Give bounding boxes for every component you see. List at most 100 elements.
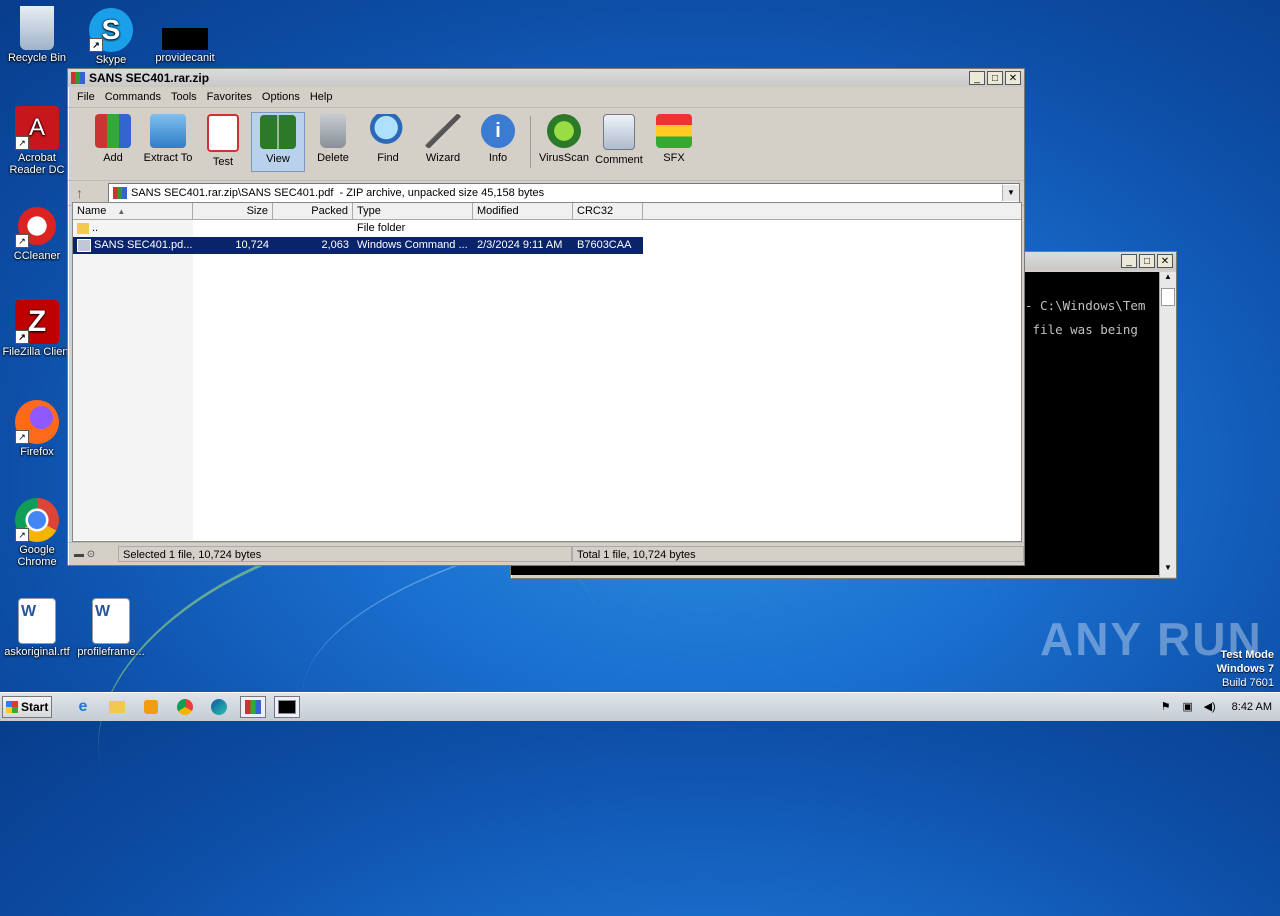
desktop-icon-providecanit[interactable]: providecanit <box>148 8 222 64</box>
find-button[interactable]: Find <box>361 112 415 172</box>
desktop-icon-ccleaner[interactable]: ↗ CCleaner <box>0 204 74 262</box>
sort-ascending-icon: ▲ <box>117 207 126 216</box>
winrar-titlebar[interactable]: SANS SEC401.rar.zip _ □ ✕ <box>68 69 1024 87</box>
desktop-icon-filezilla[interactable]: Z ↗ FileZilla Client <box>0 300 74 358</box>
desktop-icon-acrobat[interactable]: A ↗ Acrobat Reader DC <box>0 106 74 176</box>
start-button[interactable]: Start <box>2 696 52 718</box>
console-scrollbar[interactable]: ▲ ▼ <box>1159 272 1176 577</box>
table-row[interactable]: SANS SEC401.pd... 10,724 2,063 Windows C… <box>73 237 1021 254</box>
up-arrow-icon[interactable]: ↑ <box>76 185 108 201</box>
column-header-modified[interactable]: Modified <box>473 203 573 219</box>
virusscan-button[interactable]: VirusScan <box>537 112 591 172</box>
scroll-up-arrow-icon[interactable]: ▲ <box>1160 272 1176 286</box>
menu-commands[interactable]: Commands <box>100 91 166 103</box>
taskbar-edge[interactable] <box>206 696 232 718</box>
delete-button[interactable]: Delete <box>306 112 360 172</box>
add-icon <box>95 114 131 148</box>
close-button[interactable]: ✕ <box>1157 254 1173 268</box>
desktop-icon-label: Skype <box>95 54 127 66</box>
minimize-button[interactable]: _ <box>1121 254 1137 268</box>
taskbar-winrar[interactable] <box>240 696 266 718</box>
test-button[interactable]: Test <box>196 112 250 172</box>
console-icon <box>278 700 296 714</box>
column-header-type[interactable]: Type <box>353 203 473 219</box>
add-button[interactable]: Add <box>86 112 140 172</box>
extract-to-button[interactable]: Extract To <box>141 112 195 172</box>
cell-type: Windows Command ... <box>353 237 473 254</box>
column-header-packed[interactable]: Packed <box>273 203 353 219</box>
command-script-icon <box>77 238 91 252</box>
volume-icon[interactable]: ◀) <box>1202 700 1218 714</box>
desktop-icon-skype[interactable]: S ↗ Skype <box>74 8 148 66</box>
menu-help[interactable]: Help <box>305 91 338 103</box>
desktop-icon-label: Google Chrome <box>17 544 57 568</box>
desktop-icon-askoriginal[interactable]: W askoriginal.rtf <box>0 598 74 658</box>
network-icon[interactable]: ▣ <box>1180 700 1196 714</box>
cell-crc32 <box>573 220 643 237</box>
winrar-app-icon <box>71 72 85 84</box>
desktop-icon-label: Firefox <box>20 446 54 458</box>
desktop-icon-profileframe[interactable]: W profileframe... <box>74 598 148 658</box>
comment-button[interactable]: Comment <box>592 112 646 172</box>
cell-packed: 2,063 <box>273 237 353 254</box>
chrome-icon <box>177 699 193 715</box>
taskbar-cmd[interactable] <box>274 696 300 718</box>
flag-icon[interactable]: ⚑ <box>1158 700 1174 714</box>
info-button[interactable]: i Info <box>471 112 525 172</box>
toolbar-separator <box>530 116 531 168</box>
minimize-button[interactable]: _ <box>969 71 985 85</box>
close-button[interactable]: ✕ <box>1005 71 1021 85</box>
word-document-icon: W <box>18 598 56 644</box>
status-bar: ▬ ⊙ Selected 1 file, 10,724 bytes Total … <box>68 542 1024 565</box>
info-icon: i <box>481 114 515 148</box>
scroll-thumb[interactable] <box>1161 288 1175 306</box>
wizard-button[interactable]: Wizard <box>416 112 470 172</box>
taskbar-explorer[interactable] <box>104 696 130 718</box>
taskbar: Start e ⚑ ▣ ◀) 8:42 AM <box>0 692 1280 721</box>
scroll-down-arrow-icon[interactable]: ▼ <box>1160 563 1176 577</box>
status-selected: Selected 1 file, 10,724 bytes <box>118 546 572 562</box>
path-text: SANS SEC401.rar.zip\SANS SEC401.pdf - ZI… <box>131 187 545 199</box>
desktop-icon-label: askoriginal.rtf <box>4 646 70 658</box>
comment-icon <box>603 114 635 150</box>
cell-modified: 2/3/2024 9:11 AM <box>473 237 573 254</box>
sfx-button[interactable]: SFX <box>647 112 701 172</box>
maximize-button[interactable]: □ <box>987 71 1003 85</box>
menu-tools[interactable]: Tools <box>166 91 202 103</box>
console-line: - C:\Windows\Tem <box>1025 298 1146 313</box>
menu-options[interactable]: Options <box>257 91 305 103</box>
column-header-size[interactable]: Size <box>193 203 273 219</box>
desktop-icon-firefox[interactable]: ↗ Firefox <box>0 400 74 458</box>
view-button[interactable]: View <box>251 112 305 172</box>
tool-label: Delete <box>317 152 349 164</box>
taskbar-ie[interactable]: e <box>70 696 96 718</box>
file-list[interactable]: Name ▲ Size Packed Type Modified CRC32 .… <box>72 202 1022 542</box>
menu-file[interactable]: File <box>72 91 100 103</box>
maximize-button[interactable]: □ <box>1139 254 1155 268</box>
folder-icon <box>77 222 89 234</box>
clock[interactable]: 8:42 AM <box>1232 701 1272 713</box>
cell-packed <box>273 220 353 237</box>
tool-label: Add <box>103 152 123 164</box>
taskbar-media-player[interactable] <box>138 696 164 718</box>
window-title: SANS SEC401.rar.zip <box>89 71 210 85</box>
desktop-icon-label: CCleaner <box>13 250 61 262</box>
winrar-window[interactable]: SANS SEC401.rar.zip _ □ ✕ File Commands … <box>67 68 1025 566</box>
wizard-icon <box>425 114 461 148</box>
desktop-icon-chrome[interactable]: ↗ Google Chrome <box>0 498 74 568</box>
cell-size <box>193 220 273 237</box>
tool-label: SFX <box>663 152 685 164</box>
path-combobox[interactable]: SANS SEC401.rar.zip\SANS SEC401.pdf - ZI… <box>108 183 1020 203</box>
console-line: file was being <box>1025 322 1138 337</box>
table-row[interactable]: .. File folder <box>73 220 1021 237</box>
column-header-name[interactable]: Name ▲ <box>73 203 193 219</box>
desktop-icon-recycle-bin[interactable]: Recycle Bin <box>0 6 74 64</box>
taskbar-chrome[interactable] <box>172 696 198 718</box>
menubar: File Commands Tools Favorites Options He… <box>68 87 1024 108</box>
chevron-down-icon[interactable]: ▼ <box>1002 185 1019 201</box>
column-header-crc32[interactable]: CRC32 <box>573 203 643 219</box>
status-total: Total 1 file, 10,724 bytes <box>572 546 1024 562</box>
menu-favorites[interactable]: Favorites <box>202 91 257 103</box>
filezilla-icon: Z ↗ <box>15 300 59 344</box>
list-header: Name ▲ Size Packed Type Modified CRC32 <box>73 203 1021 220</box>
